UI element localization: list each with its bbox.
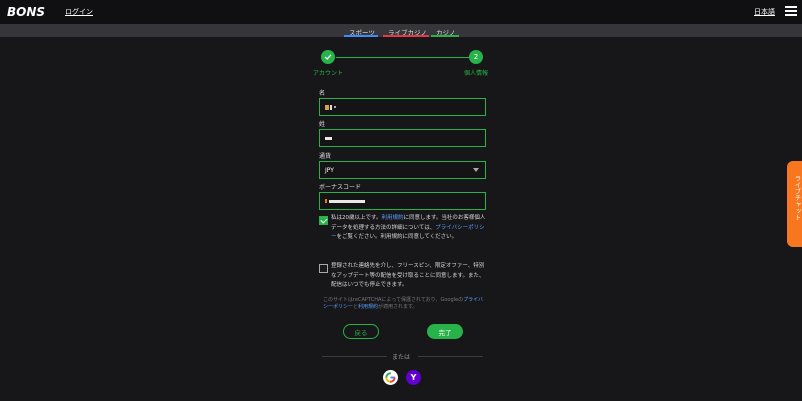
- chevron-down-icon: [473, 168, 479, 172]
- tab-live-casino-underline: [383, 35, 429, 37]
- currency-value: JPY: [325, 166, 334, 174]
- bonus-code-label: ボーナスコード: [319, 184, 362, 191]
- complete-button[interactable]: 完了: [427, 324, 463, 339]
- google-terms-link[interactable]: 利用規約: [358, 304, 378, 310]
- language-selector[interactable]: 日本語: [754, 7, 775, 17]
- step-1-label: アカウント: [313, 70, 344, 77]
- terms-text: 私は20歳以上です。利用規約に同意します。当社のお客様個人データを処理する方法の…: [331, 215, 486, 240]
- category-nav: スポーツ ライブカジノ カジノ: [0, 24, 802, 37]
- step-1-check-icon: [321, 50, 335, 64]
- top-bar: BONS ログイン 日本語: [0, 0, 802, 24]
- live-chat-button[interactable]: ライブチャット: [787, 161, 802, 247]
- yahoo-icon[interactable]: Y: [406, 370, 421, 385]
- tab-sports-underline: [344, 35, 378, 37]
- first-name-input[interactable]: [319, 98, 486, 116]
- divider-right: [418, 356, 483, 357]
- brand-logo[interactable]: BONS: [7, 5, 45, 19]
- last-name-input[interactable]: [319, 129, 486, 147]
- step-2-label: 個人情報: [464, 70, 489, 77]
- tab-casino-underline: [431, 35, 459, 37]
- google-icon[interactable]: [383, 370, 398, 385]
- recaptcha-notice: このサイトはreCAPTCHAによって保護されており、Googleのプライバシー…: [323, 297, 484, 310]
- first-name-label: 名: [319, 90, 326, 97]
- step-2-indicator: 2: [469, 50, 483, 64]
- last-name-label: 姓: [319, 121, 326, 128]
- marketing-text: 登録された連絡先を介し、フリースピン、限定オファー、特別なアップデート等の配信を…: [331, 263, 485, 288]
- terms-checkbox[interactable]: [319, 216, 328, 225]
- marketing-checkbox[interactable]: [319, 264, 328, 273]
- bonus-code-input[interactable]: [319, 192, 486, 210]
- back-button[interactable]: 戻る: [343, 324, 379, 339]
- divider-left: [322, 356, 387, 357]
- terms-link[interactable]: 利用規約: [381, 215, 403, 221]
- hamburger-menu-icon[interactable]: [785, 6, 797, 16]
- live-chat-label: ライブチャット: [793, 175, 801, 221]
- currency-select[interactable]: JPY: [319, 161, 486, 179]
- or-label: または: [392, 354, 411, 361]
- currency-label: 通貨: [319, 153, 332, 160]
- step-connector: [336, 57, 469, 58]
- login-link[interactable]: ログイン: [65, 7, 93, 17]
